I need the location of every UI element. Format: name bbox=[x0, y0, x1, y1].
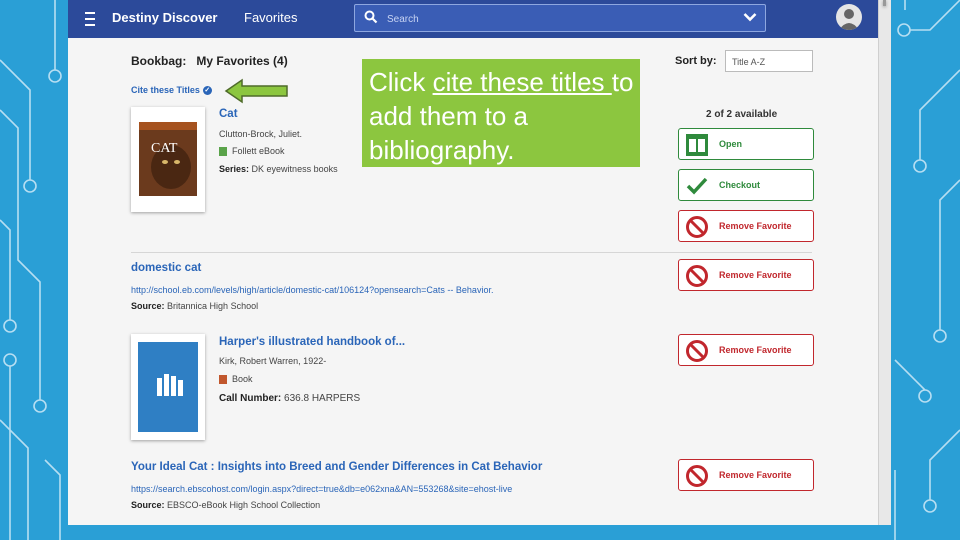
open-label: Open bbox=[719, 139, 743, 149]
hamburger-menu-icon[interactable] bbox=[82, 12, 98, 26]
cite-label: Cite these Titles bbox=[131, 85, 200, 95]
top-navigation-bar: Destiny Discover Favorites bbox=[68, 0, 878, 38]
bookbag-heading: Bookbag: My Favorites (4) bbox=[131, 54, 288, 68]
prohibited-icon bbox=[686, 216, 708, 238]
item-author: Kirk, Robert Warren, 1922- bbox=[219, 356, 327, 366]
item-url-link[interactable]: https://search.ebscohost.com/login.aspx?… bbox=[131, 484, 512, 494]
format-label: Follett eBook bbox=[232, 146, 285, 156]
source-value: Britannica High School bbox=[167, 301, 259, 311]
instruction-callout: Click cite these titles to add them to a… bbox=[362, 59, 640, 167]
series-value: DK eyewitness books bbox=[251, 164, 338, 174]
source-label: Source: bbox=[131, 500, 165, 510]
remove-favorite-label: Remove Favorite bbox=[719, 221, 792, 231]
checkmark-icon bbox=[686, 177, 708, 195]
remove-favorite-button-1[interactable]: Remove Favorite bbox=[678, 210, 814, 242]
scrollbar-thumb[interactable] bbox=[883, 0, 886, 6]
source-value: EBSCO-eBook High School Collection bbox=[167, 500, 321, 510]
item-source: Source: Britannica High School bbox=[131, 301, 258, 311]
bookbag-list-title: My Favorites (4) bbox=[196, 54, 288, 68]
check-circle-icon: ✓ bbox=[202, 86, 212, 96]
prohibited-icon bbox=[686, 340, 708, 362]
search-bar[interactable] bbox=[354, 4, 766, 32]
prohibited-icon bbox=[686, 265, 708, 287]
sort-select[interactable]: Title A-Z bbox=[725, 50, 813, 72]
open-book-icon bbox=[686, 134, 708, 156]
cover-title: CAT bbox=[151, 141, 178, 156]
section-divider bbox=[131, 252, 812, 253]
app-brand-link[interactable]: Destiny Discover bbox=[112, 10, 218, 25]
format-label: Book bbox=[232, 374, 253, 384]
user-avatar-icon[interactable] bbox=[836, 4, 862, 30]
remove-favorite-button-4[interactable]: Remove Favorite bbox=[678, 459, 814, 491]
checkout-label: Checkout bbox=[719, 180, 761, 190]
cat-cover-image: CAT bbox=[139, 122, 197, 196]
item-title-domestic-cat[interactable]: domestic cat bbox=[131, 262, 201, 274]
generic-book-cover-image bbox=[138, 342, 198, 432]
bookbag-label: Bookbag: bbox=[131, 54, 187, 68]
callout-link-text: cite these titles bbox=[432, 67, 612, 97]
item-series: Series: DK eyewitness books bbox=[219, 164, 338, 174]
sort-label: Sort by: bbox=[675, 55, 717, 67]
cite-these-titles-link[interactable]: Cite these Titles ✓ bbox=[131, 85, 212, 96]
green-arrow-pointer bbox=[224, 78, 288, 104]
search-input[interactable] bbox=[385, 9, 719, 29]
search-icon bbox=[364, 10, 378, 24]
item-url-link[interactable]: http://school.eb.com/levels/high/article… bbox=[131, 285, 493, 295]
book-icon bbox=[219, 375, 227, 385]
item-call-number: Call Number: 636.8 HARPERS bbox=[219, 393, 360, 404]
remove-favorite-button-2[interactable]: Remove Favorite bbox=[678, 259, 814, 291]
remove-favorite-label: Remove Favorite bbox=[719, 470, 792, 480]
favorites-nav-link[interactable]: Favorites bbox=[244, 10, 297, 25]
item-title-cat[interactable]: Cat bbox=[219, 108, 238, 120]
item-title-your-ideal-cat[interactable]: Your Ideal Cat : Insights into Breed and… bbox=[131, 461, 542, 473]
prohibited-icon bbox=[686, 465, 708, 487]
remove-favorite-label: Remove Favorite bbox=[719, 345, 792, 355]
remove-favorite-label: Remove Favorite bbox=[719, 270, 792, 280]
chevron-down-icon[interactable] bbox=[743, 12, 757, 22]
call-number-label: Call Number: bbox=[219, 393, 282, 404]
series-label: Series: bbox=[219, 164, 250, 174]
checkout-button[interactable]: Checkout bbox=[678, 169, 814, 201]
scrollbar[interactable] bbox=[878, 0, 891, 525]
remove-favorite-button-3[interactable]: Remove Favorite bbox=[678, 334, 814, 366]
item-author: Clutton-Brock, Juliet. bbox=[219, 129, 303, 139]
item-format: Follett eBook bbox=[219, 146, 285, 157]
open-button[interactable]: Open bbox=[678, 128, 814, 160]
item-title-harpers[interactable]: Harper's illustrated handbook of... bbox=[219, 336, 405, 348]
source-label: Source: bbox=[131, 301, 165, 311]
callout-prefix: Click bbox=[369, 67, 433, 97]
book-cover-harpers[interactable] bbox=[131, 334, 205, 440]
call-number-value: 636.8 HARPERS bbox=[284, 393, 361, 404]
item-source: Source: EBSCO-eBook High School Collecti… bbox=[131, 500, 320, 510]
book-cover-cat[interactable]: CAT bbox=[131, 107, 205, 212]
item-format: Book bbox=[219, 374, 253, 385]
ebook-icon bbox=[219, 147, 227, 157]
availability-status: 2 of 2 available bbox=[706, 109, 778, 120]
